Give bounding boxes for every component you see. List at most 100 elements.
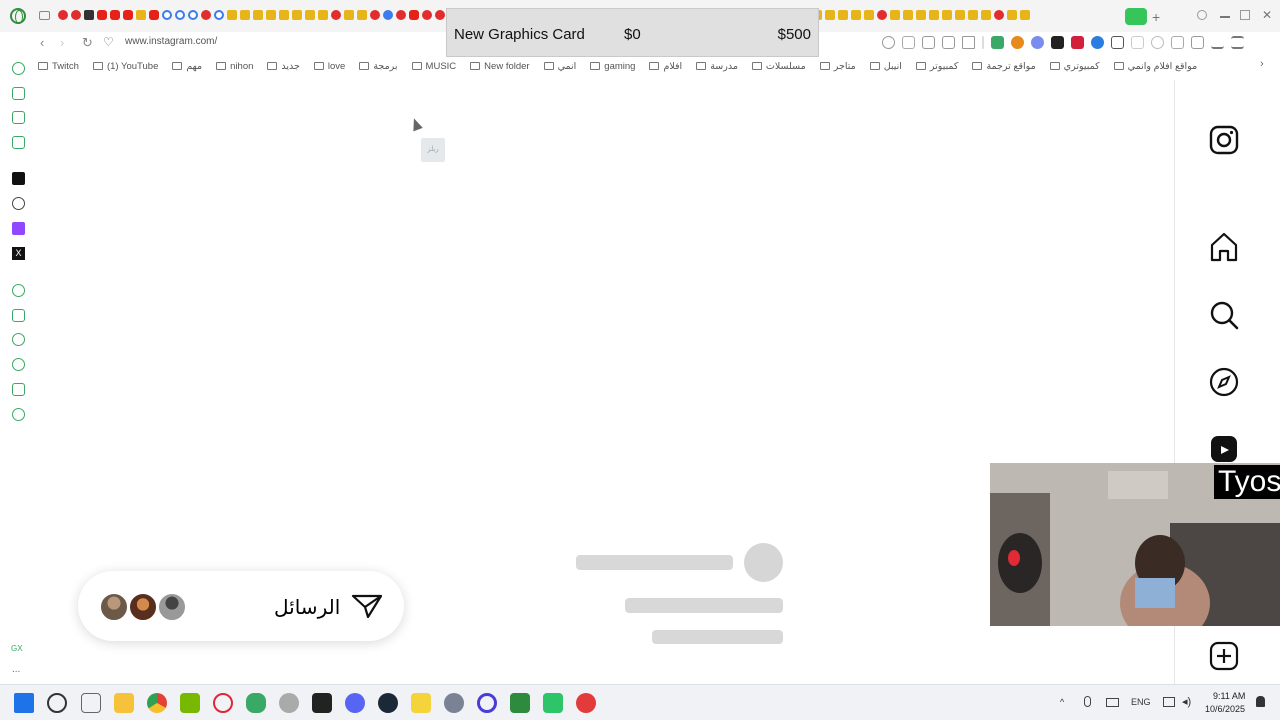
keyboard-icon[interactable]: [1106, 698, 1119, 707]
extension-blue-icon[interactable]: [1031, 36, 1044, 49]
tab-favicon-icon[interactable]: [266, 10, 276, 20]
player-icon[interactable]: [12, 284, 25, 297]
reels-icon[interactable]: [1209, 434, 1239, 464]
discord-icon[interactable]: [345, 693, 365, 713]
extension-orange-icon[interactable]: [1011, 36, 1024, 49]
tab-favicon-icon[interactable]: [344, 10, 354, 20]
shield-icon[interactable]: [991, 36, 1004, 49]
create-icon[interactable]: [1209, 641, 1239, 671]
tab-favicon-icon[interactable]: [175, 10, 185, 20]
wallet-icon[interactable]: [1151, 36, 1164, 49]
bookmark-item[interactable]: gaming: [590, 58, 635, 74]
minimize-button[interactable]: [1220, 16, 1230, 18]
tab-favicon-icon[interactable]: [825, 10, 835, 20]
bookmark-item[interactable]: nihon: [216, 58, 253, 74]
ai-icon[interactable]: [12, 172, 25, 185]
twitch-icon[interactable]: [12, 222, 25, 235]
volume-icon[interactable]: ◂): [1182, 695, 1191, 708]
tab-favicon-icon[interactable]: [851, 10, 861, 20]
tab-favicon-icon[interactable]: [188, 10, 198, 20]
download-icon[interactable]: [1211, 36, 1224, 49]
bookmark-item[interactable]: انمي: [543, 58, 576, 74]
tab-favicon-icon[interactable]: [214, 10, 224, 20]
opera-gx-icon[interactable]: [213, 693, 233, 713]
tab-favicon-icon[interactable]: [279, 10, 289, 20]
tab-favicon-icon[interactable]: [58, 10, 68, 20]
bookmarks-more-icon[interactable]: ›: [1260, 58, 1264, 70]
close-window-button[interactable]: ✕: [1262, 8, 1274, 22]
tab-favicon-icon[interactable]: [123, 10, 133, 20]
search-icon[interactable]: [1209, 300, 1239, 330]
tab-favicon-icon[interactable]: [955, 10, 965, 20]
bookmark-item[interactable]: مدرسة: [696, 58, 738, 74]
taskbar-app-icon[interactable]: [312, 693, 332, 713]
forward-button[interactable]: ›: [60, 35, 64, 50]
taskbar-app-icon[interactable]: [81, 693, 101, 713]
bookmark-item[interactable]: كمبيوتر: [915, 58, 958, 74]
tab-favicon-icon[interactable]: [877, 10, 887, 20]
tab-favicon-icon[interactable]: [981, 10, 991, 20]
tab-favicon-icon[interactable]: [864, 10, 874, 20]
tab-favicon-icon[interactable]: [1020, 10, 1030, 20]
tab-favicon-icon[interactable]: [942, 10, 952, 20]
bookmark-item[interactable]: مهم: [172, 58, 202, 74]
taskbar-app-icon[interactable]: [279, 693, 299, 713]
active-tab-icon[interactable]: [1125, 8, 1147, 25]
extension-red-icon[interactable]: [1071, 36, 1084, 49]
hot-tabs-icon[interactable]: [12, 111, 25, 124]
explore-icon[interactable]: [1209, 367, 1239, 397]
chatgpt-icon[interactable]: [12, 197, 25, 210]
tab-favicon-icon[interactable]: [994, 10, 1004, 20]
zoom-icon[interactable]: [882, 36, 895, 49]
tab-favicon-icon[interactable]: [110, 10, 120, 20]
extension-list-icon[interactable]: [1111, 36, 1124, 49]
extensions-sidebar-icon[interactable]: [12, 383, 25, 396]
microphone-icon[interactable]: [1084, 696, 1091, 707]
tab-favicon-icon[interactable]: [240, 10, 250, 20]
start-button[interactable]: [14, 693, 34, 713]
bookmark-item[interactable]: برمجة: [359, 58, 398, 74]
bookmark-item[interactable]: love: [313, 58, 345, 74]
taskbar-app-icon[interactable]: [477, 693, 497, 713]
tab-favicon-icon[interactable]: [97, 10, 107, 20]
easy-setup-icon[interactable]: [1231, 36, 1244, 49]
tab-favicon-icon[interactable]: [409, 10, 419, 20]
pin-icon[interactable]: [902, 36, 915, 49]
bookmark-item[interactable]: مسلسلات: [751, 58, 806, 74]
tab-favicon-icon[interactable]: [136, 10, 146, 20]
tab-favicon-icon[interactable]: [84, 10, 94, 20]
tab-favicon-icon[interactable]: [370, 10, 380, 20]
bookmark-item[interactable]: Twitch: [38, 58, 79, 74]
nvidia-icon[interactable]: [180, 693, 200, 713]
tab-favicon-icon[interactable]: [162, 10, 172, 20]
tab-favicon-icon[interactable]: [292, 10, 302, 20]
send-flow-icon[interactable]: [12, 309, 25, 322]
tab-favicon-icon[interactable]: [71, 10, 81, 20]
clock-date[interactable]: 10/6/2025: [1205, 704, 1245, 714]
gx-label[interactable]: GX: [11, 644, 23, 653]
taskbar-app-icon[interactable]: [411, 693, 431, 713]
taskbar-app-icon[interactable]: [47, 693, 67, 713]
tab-favicon-icon[interactable]: [383, 10, 393, 20]
opera-gx-logo-icon[interactable]: [10, 8, 26, 24]
history-icon[interactable]: [12, 358, 25, 371]
settings-icon[interactable]: [12, 408, 25, 421]
tab-favicon-icon[interactable]: [201, 10, 211, 20]
favorites-icon[interactable]: [12, 333, 25, 346]
bookmark-item[interactable]: (1) YouTube: [92, 58, 158, 74]
tab-favicon-icon[interactable]: [929, 10, 939, 20]
bookmark-item[interactable]: New folder: [470, 58, 530, 74]
taskbar-app-icon[interactable]: [246, 693, 266, 713]
bookmark-item[interactable]: مواقع افلام وانمي: [1113, 58, 1197, 74]
tab-favicon-icon[interactable]: [435, 10, 445, 20]
instagram-logo-icon[interactable]: [1209, 125, 1239, 155]
x-icon[interactable]: X: [12, 247, 25, 260]
tab-favicon-icon[interactable]: [903, 10, 913, 20]
network-icon[interactable]: [1163, 697, 1175, 707]
tab-favicon-icon[interactable]: [838, 10, 848, 20]
extension-dark-icon[interactable]: [1051, 36, 1064, 49]
messages-button[interactable]: الرسائل: [78, 571, 404, 641]
tab-favicon-icon[interactable]: [422, 10, 432, 20]
tab-favicon-icon[interactable]: [253, 10, 263, 20]
extensions-icon[interactable]: [1171, 36, 1184, 49]
